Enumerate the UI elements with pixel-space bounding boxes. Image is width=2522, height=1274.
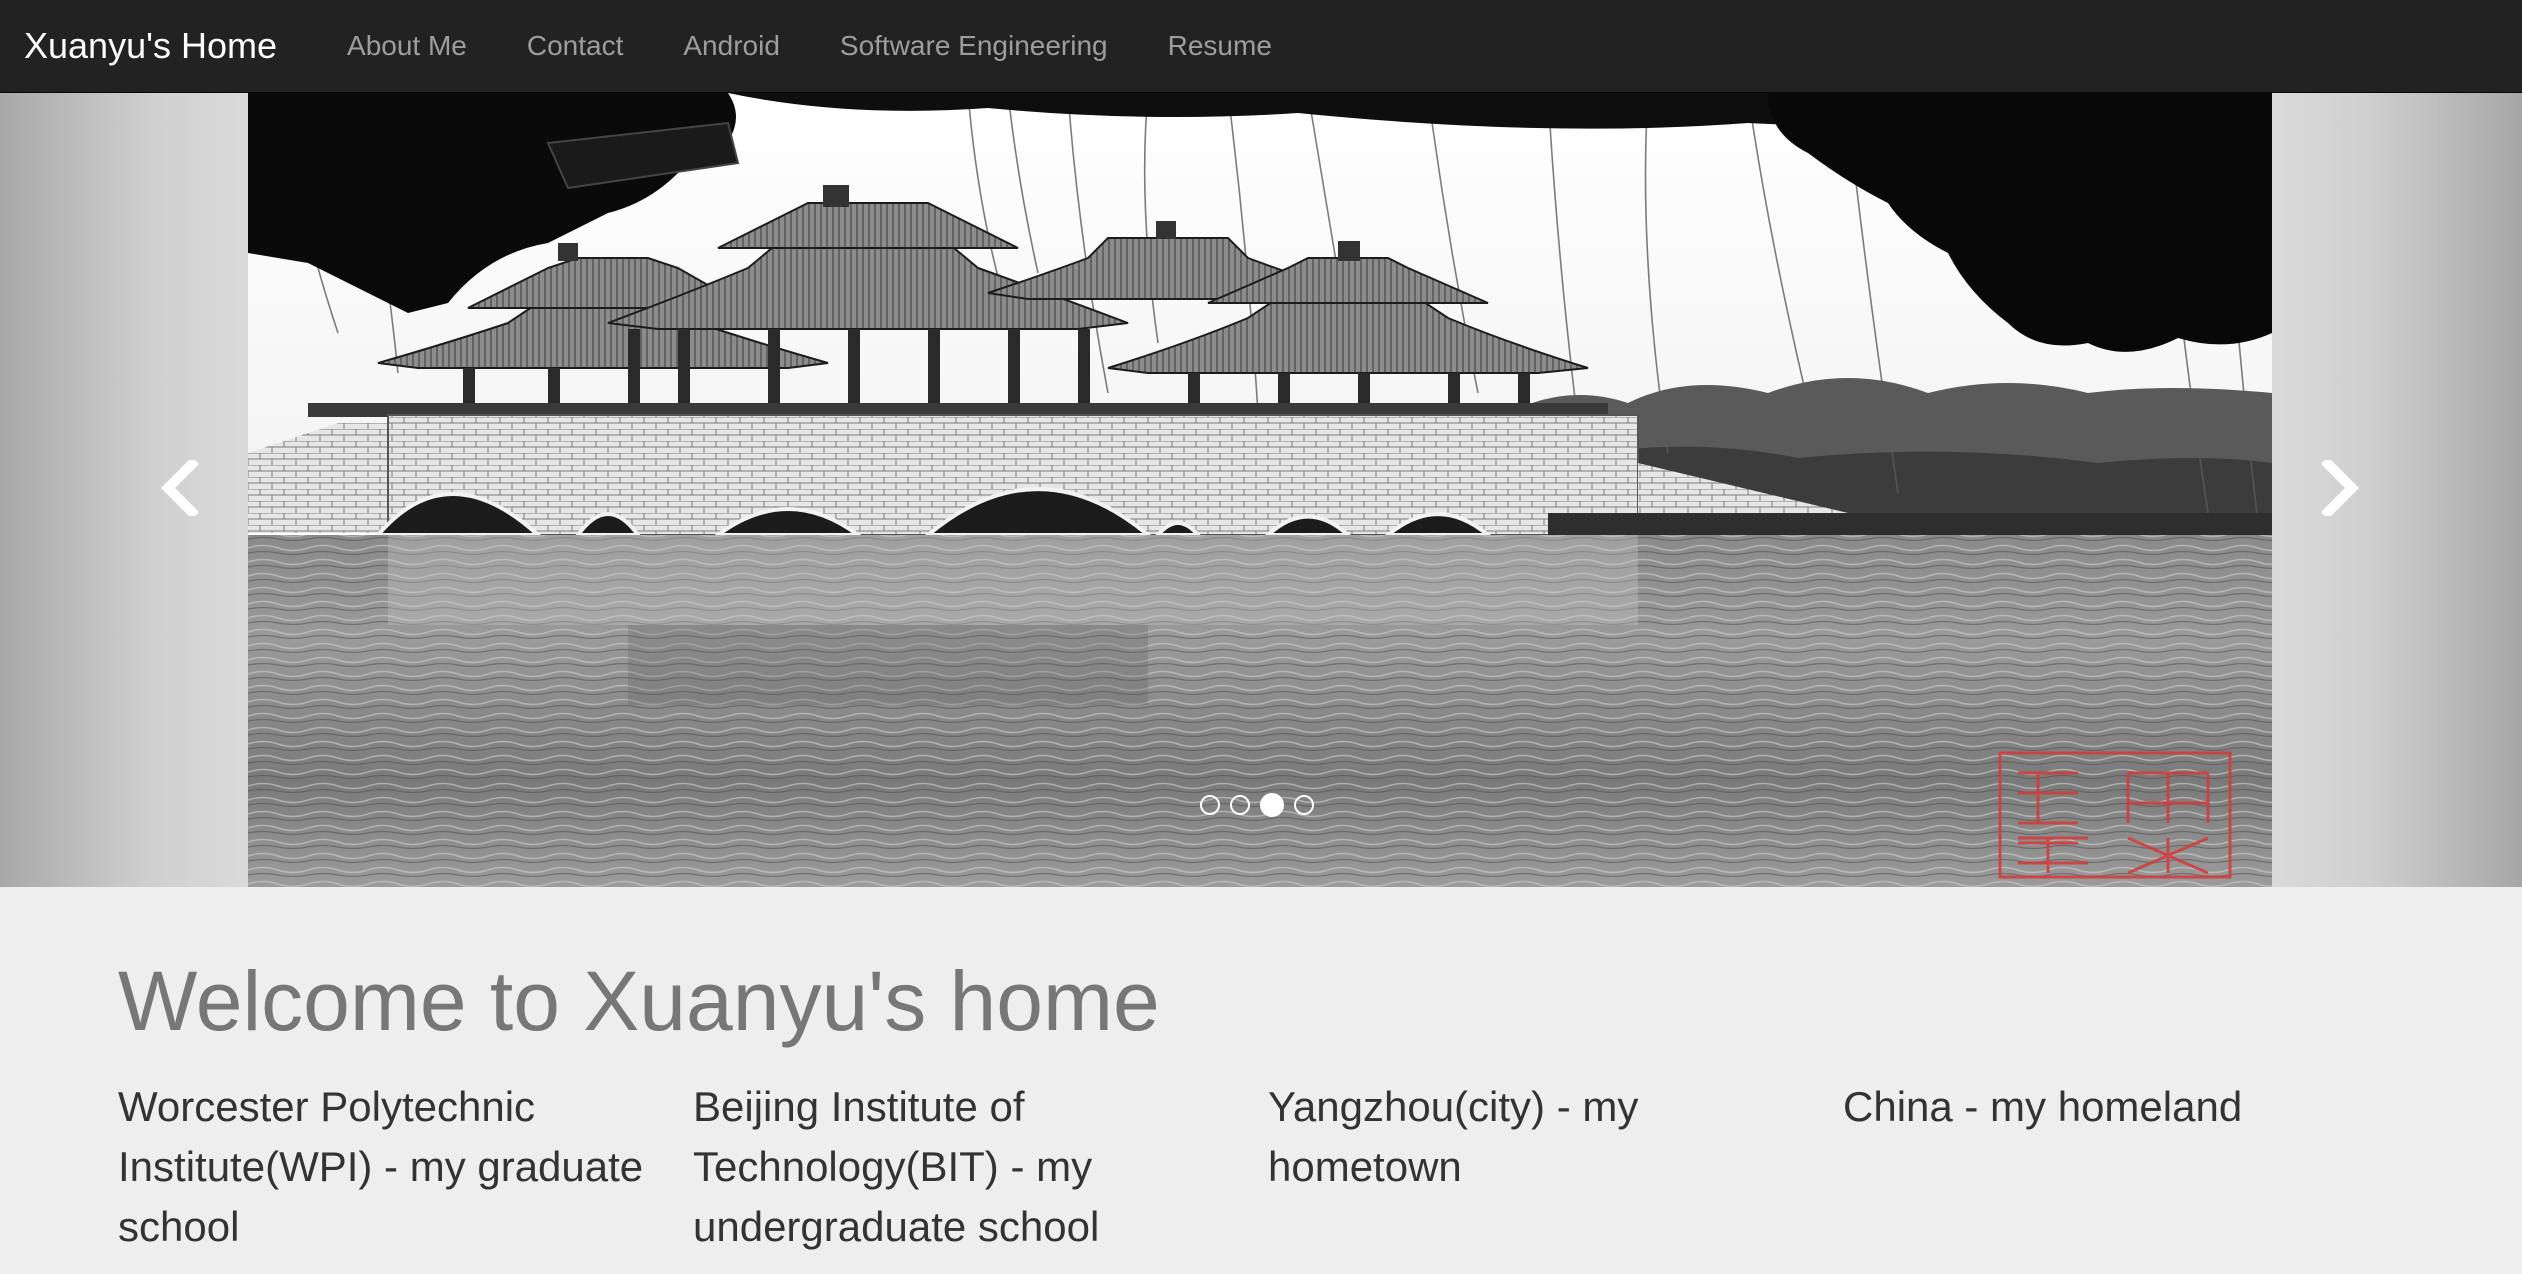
brand-link[interactable]: Xuanyu's Home: [24, 25, 277, 67]
carousel-indicator-3[interactable]: [1260, 793, 1284, 817]
image-carousel: [0, 93, 2522, 887]
nav-link-android[interactable]: Android: [653, 30, 810, 62]
nav-link-contact[interactable]: Contact: [497, 30, 654, 62]
chevron-right-icon: [2320, 460, 2360, 516]
carousel-indicators: [1200, 793, 1314, 817]
column-bit: Beijing Institute of Technology(BIT) - m…: [693, 1083, 1100, 1251]
carousel-indicator-4[interactable]: [1294, 795, 1314, 815]
column-wpi: Worcester Polytechnic Institute(WPI) - m…: [118, 1083, 644, 1251]
page-title: Welcome to Xuanyu's home: [118, 954, 1160, 1048]
nav-link-about-me[interactable]: About Me: [317, 30, 497, 62]
nav-links: About Me Contact Android Software Engine…: [317, 30, 1302, 62]
info-columns: Worcester Polytechnic Institute(WPI) - m…: [118, 1077, 2418, 1257]
carousel-slide-image: [248, 93, 2272, 887]
nav-link-software-engineering[interactable]: Software Engineering: [810, 30, 1138, 62]
carousel-next-button[interactable]: [2305, 453, 2375, 523]
carousel-indicator-2[interactable]: [1230, 795, 1250, 815]
main-content: Welcome to Xuanyu's home Worcester Polyt…: [118, 955, 2418, 1257]
carousel-indicator-1[interactable]: [1200, 795, 1220, 815]
column-yangzhou: Yangzhou(city) - my hometown: [1268, 1083, 1639, 1191]
bridge-photo: [248, 93, 2272, 887]
nav-link-resume[interactable]: Resume: [1138, 30, 1302, 62]
top-navbar: Xuanyu's Home About Me Contact Android S…: [0, 0, 2522, 93]
carousel-prev-button[interactable]: [145, 453, 215, 523]
chevron-left-icon: [160, 460, 200, 516]
column-china: China - my homeland: [1843, 1083, 2243, 1131]
